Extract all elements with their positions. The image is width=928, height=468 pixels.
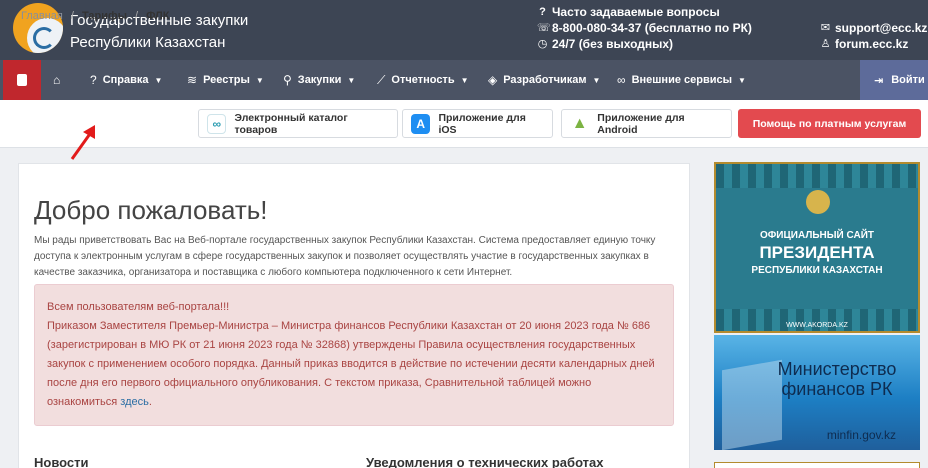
caret-down-icon: ▼ <box>592 75 601 85</box>
chart-line-icon: ⟋ <box>377 72 386 87</box>
alert-box: Всем пользователям веб-портала!!! Приказ… <box>34 284 674 426</box>
database-icon: ≋ <box>187 73 198 87</box>
paid-services-button[interactable]: Помощь по платным услугам <box>738 109 921 138</box>
president-banner[interactable]: ОФИЦИАЛЬНЫЙ САЙТ ПРЕЗИДЕНТА РЕСПУБЛИКИ К… <box>714 162 920 333</box>
nav-developers[interactable]: ◈ Разработчикам ▼ <box>488 60 600 100</box>
forum-link[interactable]: ♙ forum.ecc.kz <box>820 36 927 52</box>
breadcrumb-separator: / <box>135 10 139 22</box>
android-app-button[interactable]: ▲ Приложение для Android <box>561 109 732 138</box>
catalog-button[interactable]: ∞ Электронный каталог товаров <box>198 109 398 138</box>
breadcrumb-home[interactable]: Главная <box>21 10 63 22</box>
main-nav: ⌂ ? Справка ▼ ≋ Реестры ▼ ⚲ Закупки ▼ ⟋ … <box>0 60 928 100</box>
page-title: Добро пожаловать! <box>34 195 268 225</box>
intro-text: Мы рады приветствовать Вас на Веб-портал… <box>34 235 656 278</box>
alert-link[interactable]: здесь <box>120 396 149 408</box>
login-button[interactable]: ⇥ Войти <box>860 60 928 100</box>
caret-down-icon: ▼ <box>460 75 469 85</box>
caret-down-icon: ▼ <box>255 75 264 85</box>
question-circle-icon: ? <box>90 73 97 87</box>
phone-icon: ☏ <box>537 22 551 34</box>
caret-down-icon: ▼ <box>154 75 163 85</box>
ios-app-button[interactable]: A Приложение для iOS <box>402 109 553 138</box>
emblem-icon <box>806 190 830 214</box>
email-link[interactable]: ✉ support@ecc.kz <box>820 20 928 36</box>
home-icon: ⌂ <box>53 73 61 87</box>
nav-reports[interactable]: ⟋ Отчетность ▼ <box>377 60 469 100</box>
breadcrumb-separator: / <box>70 10 74 22</box>
tag-icon: ◈ <box>488 73 498 87</box>
clock-icon: ◷ <box>537 38 548 50</box>
sign-in-icon: ⇥ <box>874 74 884 87</box>
search-icon: ⚲ <box>283 73 292 87</box>
site-title-line2: Республики Казахстан <box>70 34 226 51</box>
youtube-icon <box>17 74 27 86</box>
red-arrow-annotation <box>70 125 95 160</box>
next-banner[interactable] <box>714 462 920 468</box>
nav-home[interactable]: ⌂ <box>53 60 60 100</box>
breadcrumb-flk[interactable]: ФЛК <box>146 10 169 22</box>
nav-registries[interactable]: ≋ Реестры ▼ <box>187 60 264 100</box>
contacts-block: ? Часто задаваемые вопросы ☏ 8-800-080-34-… <box>537 4 752 52</box>
caret-down-icon: ▼ <box>347 75 356 85</box>
support-block: ✉ support@ecc.kz ♙ forum.ecc.kz <box>820 20 928 52</box>
tech-works-heading: Уведомления о технических работах <box>366 455 604 468</box>
site-header: Государственные закупки Республики Казах… <box>0 0 928 60</box>
nav-help[interactable]: ? Справка ▼ <box>90 60 162 100</box>
welcome-card: Добро пожаловать! Мы рады приветствовать… <box>18 163 690 468</box>
phone-info: ☏ 8-800-080-34-37 (бесплатно по РК) <box>537 21 752 35</box>
infinity-icon: ∞ <box>207 113 227 134</box>
caret-down-icon: ▼ <box>738 75 746 85</box>
user-icon: ♙ <box>820 38 831 50</box>
android-icon: ▲ <box>570 113 590 134</box>
envelope-icon: ✉ <box>820 22 831 34</box>
link-icon: ∞ <box>617 73 626 87</box>
question-icon: ? <box>539 6 546 18</box>
minfin-banner[interactable]: Министерство финансов РК minfin.gov.kz <box>714 335 920 450</box>
alert-title: Всем пользователям веб-портала!!! <box>47 301 230 313</box>
youtube-button[interactable] <box>3 60 41 100</box>
breadcrumb: Главная / Тарифы / ФЛК <box>21 10 169 22</box>
nav-external-services[interactable]: ∞ Внешние сервисы ▼ <box>617 60 746 100</box>
alert-text: Приказом Заместителя Премьер-Министра – … <box>47 320 655 408</box>
faq-link[interactable]: ? Часто задаваемые вопросы <box>537 4 752 20</box>
news-heading: Новости <box>34 455 89 468</box>
breadcrumb-tariffs[interactable]: Тарифы <box>82 10 127 22</box>
app-store-icon: A <box>411 113 431 134</box>
hours-info: ◷ 24/7 (без выходных) <box>537 37 674 51</box>
nav-purchases[interactable]: ⚲ Закупки ▼ <box>283 60 355 100</box>
